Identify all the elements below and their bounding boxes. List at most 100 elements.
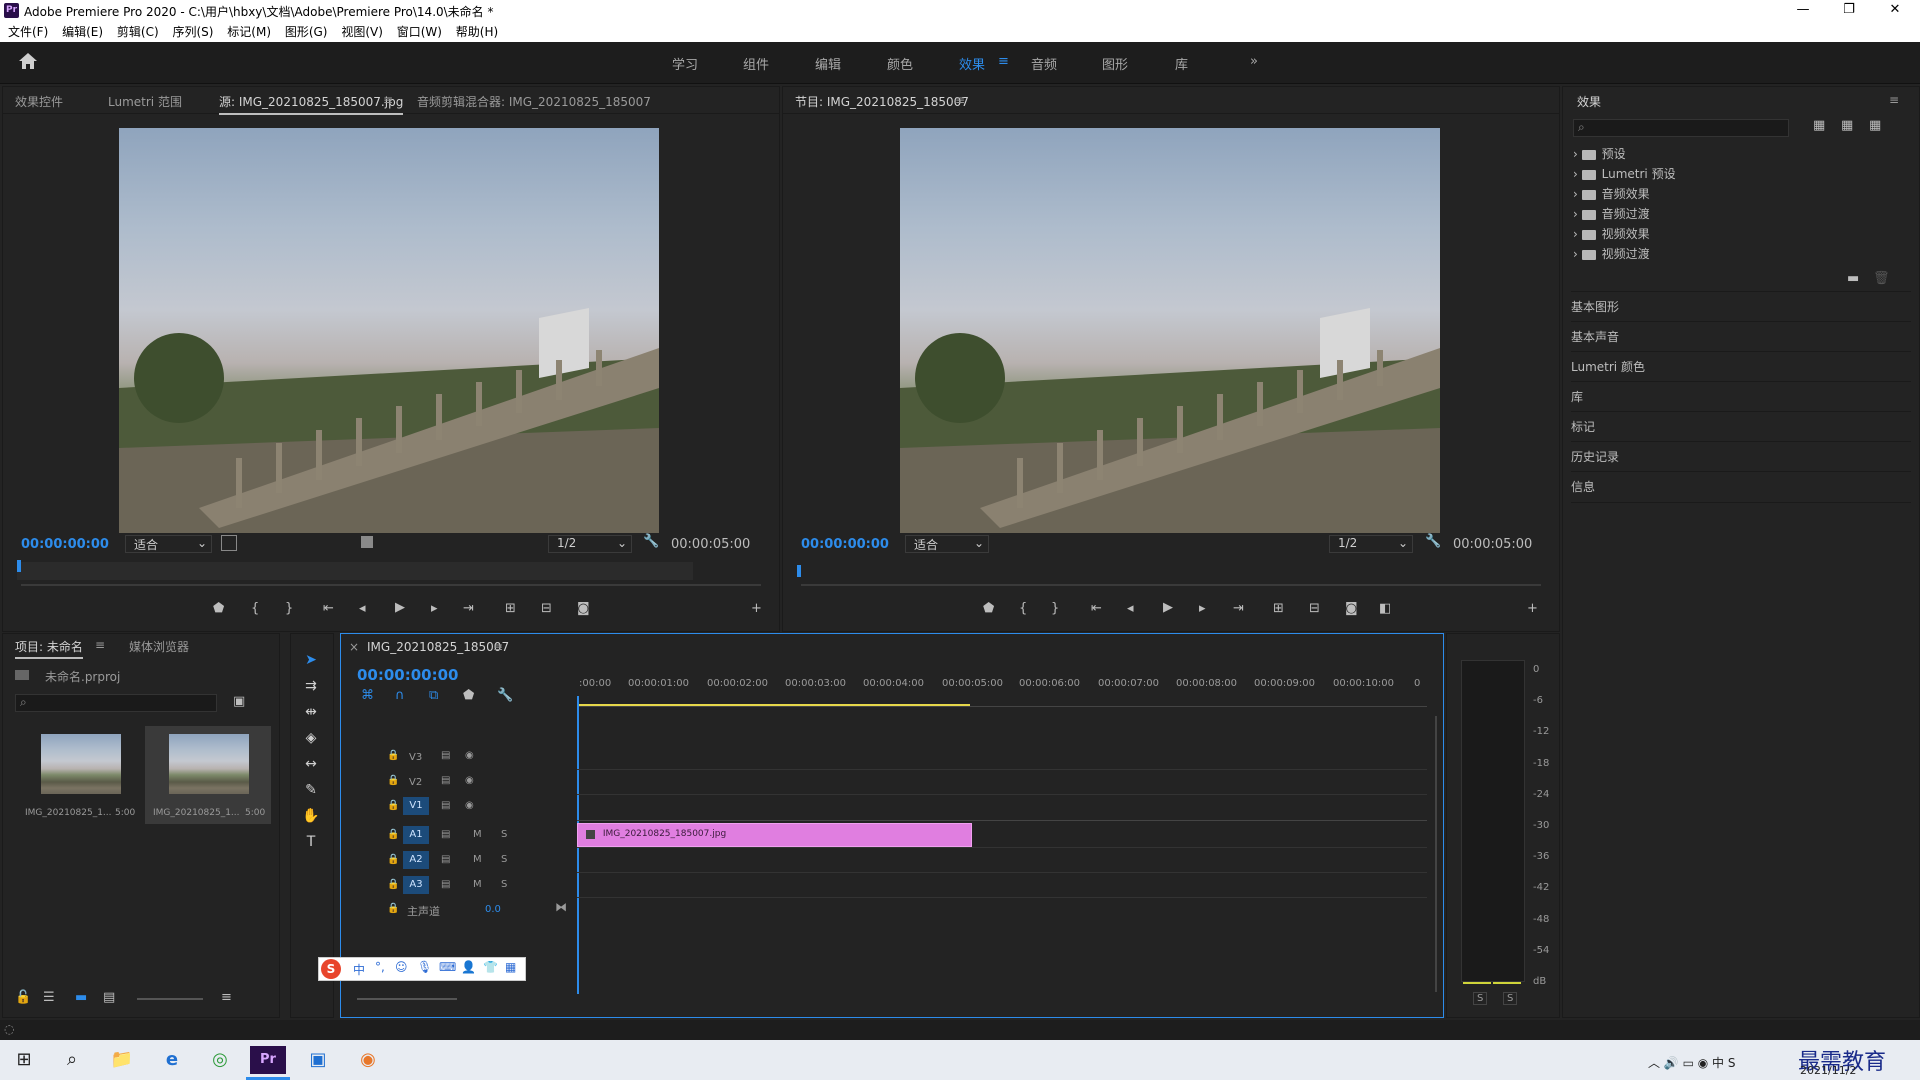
eye-icon[interactable]: ◉ — [465, 775, 474, 786]
vertical-scrollbar[interactable] — [1435, 716, 1437, 992]
lock-icon[interactable]: 🔒 — [387, 750, 399, 761]
play-icon[interactable]: ▶ — [395, 600, 405, 615]
program-tab-menu-icon[interactable]: ≡ — [955, 93, 965, 107]
safe-margins-icon[interactable] — [361, 536, 373, 548]
delete-icon[interactable]: 🗑 — [1873, 271, 1890, 286]
workspace-learn[interactable]: 学习 — [672, 54, 698, 73]
play-icon[interactable]: ▶ — [1163, 600, 1173, 615]
tab-program[interactable]: 节目: IMG_20210825_185007 — [795, 93, 969, 110]
lock-icon[interactable]: 🔒 — [387, 800, 399, 811]
yuv-effects-icon[interactable]: ▦ — [1869, 118, 1881, 133]
go-to-in-icon[interactable]: ⇤ — [1091, 601, 1102, 616]
menu-edit[interactable]: 编辑(E) — [62, 22, 103, 42]
go-to-out-icon[interactable]: ⇥ — [1233, 601, 1244, 616]
sync-lock-icon[interactable]: ▤ — [441, 775, 450, 786]
section-info[interactable]: 信息 — [1571, 471, 1911, 503]
insert-icon[interactable]: ⊞ — [505, 601, 516, 616]
source-zoom-bar[interactable] — [21, 584, 761, 586]
track-select-tool-icon[interactable]: ⇉ — [301, 678, 321, 698]
effects-item-presets[interactable]: › 预设 — [1573, 145, 1626, 162]
mark-out-icon[interactable]: } — [1051, 601, 1059, 616]
more-workspaces-icon[interactable]: » — [1250, 54, 1258, 69]
solo-left-button[interactable]: S — [1473, 992, 1488, 1005]
workspace-color[interactable]: 颜色 — [887, 54, 913, 73]
sogou-logo-icon[interactable]: S — [321, 959, 341, 979]
menu-help[interactable]: 帮助(H) — [456, 22, 498, 42]
workspace-graphics[interactable]: 图形 — [1102, 54, 1128, 73]
program-resolution-dropdown[interactable]: 1/2 ⌄ — [1329, 535, 1413, 553]
tab-sequence[interactable]: IMG_20210825_185007 — [367, 640, 509, 654]
horizontal-scrollbar[interactable] — [357, 998, 457, 1000]
project-search-input[interactable]: ⌕ — [15, 694, 217, 712]
timeline-timecode[interactable]: 00:00:00:00 — [357, 666, 459, 684]
menu-sequence[interactable]: 序列(S) — [172, 22, 213, 42]
add-button-icon[interactable]: + — [1527, 601, 1538, 616]
restore-button[interactable]: ❐ — [1826, 0, 1872, 22]
premiere-taskbar-icon[interactable]: Pr — [250, 1046, 286, 1074]
chrome-icon[interactable]: ◎ — [202, 1046, 238, 1074]
pen-tool-icon[interactable]: ✎ — [301, 782, 321, 802]
bowtie-icon[interactable]: ⧓ — [555, 900, 567, 914]
source-tab-menu-icon[interactable]: ≡ — [383, 93, 393, 107]
close-icon[interactable]: × — [349, 640, 359, 654]
eye-icon[interactable]: ◉ — [465, 750, 474, 761]
tab-audio-clip-mixer[interactable]: 音频剪辑混合器: IMG_20210825_185007 — [417, 93, 651, 110]
lock-icon[interactable]: 🔒 — [387, 829, 399, 840]
program-timecode[interactable]: 00:00:00:00 — [801, 537, 889, 552]
extract-icon[interactable]: ⊟ — [1309, 601, 1320, 616]
track-label-v1[interactable]: V1 — [403, 797, 429, 815]
wrench-icon[interactable]: 🔧 — [1425, 534, 1441, 549]
effects-search-input[interactable]: ⌕ — [1573, 119, 1789, 137]
user-icon[interactable]: 👤 — [461, 960, 476, 974]
menu-view[interactable]: 视图(V) — [341, 22, 383, 42]
find-icon[interactable]: ▣ — [233, 694, 245, 709]
timeline-tab-menu-icon[interactable]: ≡ — [493, 640, 503, 654]
project-item-selected[interactable]: IMG_20210825_1... 5:00 — [145, 726, 271, 824]
accelerated-effects-icon[interactable]: ▦ — [1813, 118, 1825, 133]
solo-button[interactable]: S — [501, 829, 507, 840]
tab-effect-controls[interactable]: 效果控件 — [15, 93, 63, 110]
track-label-a2[interactable]: A2 — [403, 851, 429, 869]
menu-window[interactable]: 窗口(W) — [397, 22, 442, 42]
sync-lock-icon[interactable]: ▤ — [441, 800, 450, 811]
solo-right-button[interactable]: S — [1503, 992, 1518, 1005]
source-playhead[interactable] — [17, 560, 21, 572]
section-history[interactable]: 历史记录 — [1571, 441, 1911, 472]
workspace-effects[interactable]: 效果 — [959, 54, 985, 73]
project-item[interactable]: IMG_20210825_1... 5:00 — [17, 726, 139, 824]
timeline-settings-icon[interactable]: 🔧 — [497, 688, 513, 703]
skin-icon[interactable]: 👕 — [483, 960, 498, 974]
punctuation-icon[interactable]: °, — [375, 960, 385, 974]
section-markers[interactable]: 标记 — [1571, 411, 1911, 442]
solo-button[interactable]: S — [501, 854, 507, 865]
go-to-in-icon[interactable]: ⇤ — [323, 601, 334, 616]
edge-browser-icon[interactable]: e — [154, 1046, 190, 1074]
lock-icon[interactable]: 🔒 — [387, 903, 399, 914]
track-label-v3[interactable]: V3 — [409, 752, 422, 763]
wrench-icon[interactable]: 🔧 — [643, 534, 659, 549]
source-time-ruler[interactable] — [17, 562, 693, 580]
sync-lock-icon[interactable]: ▤ — [441, 854, 450, 865]
home-icon[interactable] — [18, 52, 38, 70]
windows-start-icon[interactable]: ⊞ — [6, 1046, 42, 1074]
32bit-effects-icon[interactable]: ▦ — [1841, 118, 1853, 133]
video-clip[interactable]: IMG_20210825_185007.jpg — [577, 823, 972, 847]
slip-tool-icon[interactable]: ↔ — [301, 756, 321, 776]
minimize-button[interactable]: — — [1780, 0, 1826, 22]
close-button[interactable]: ✕ — [1872, 0, 1918, 22]
project-tab-menu-icon[interactable]: ≡ — [95, 638, 105, 652]
ime-mode[interactable]: 中 — [353, 961, 365, 978]
work-area-bar[interactable] — [577, 704, 970, 706]
effects-item-audio-effects[interactable]: › 音频效果 — [1573, 185, 1650, 202]
menu-clip[interactable]: 剪辑(C) — [117, 22, 159, 42]
razor-tool-icon[interactable]: ◈ — [301, 730, 321, 750]
comparison-view-icon[interactable]: ◧ — [1379, 601, 1391, 616]
source-timecode[interactable]: 00:00:00:00 — [21, 537, 109, 552]
tab-project[interactable]: 项目: 未命名 — [15, 638, 83, 659]
effects-title[interactable]: 效果 — [1577, 93, 1601, 110]
freeform-view-icon[interactable]: ▤ — [103, 990, 115, 1005]
step-back-icon[interactable]: ◂ — [1127, 601, 1134, 616]
source-resolution-dropdown[interactable]: 1/2 ⌄ — [548, 535, 632, 553]
sync-lock-icon[interactable]: ▤ — [441, 750, 450, 761]
keyboard-icon[interactable]: ⌨ — [439, 960, 456, 974]
